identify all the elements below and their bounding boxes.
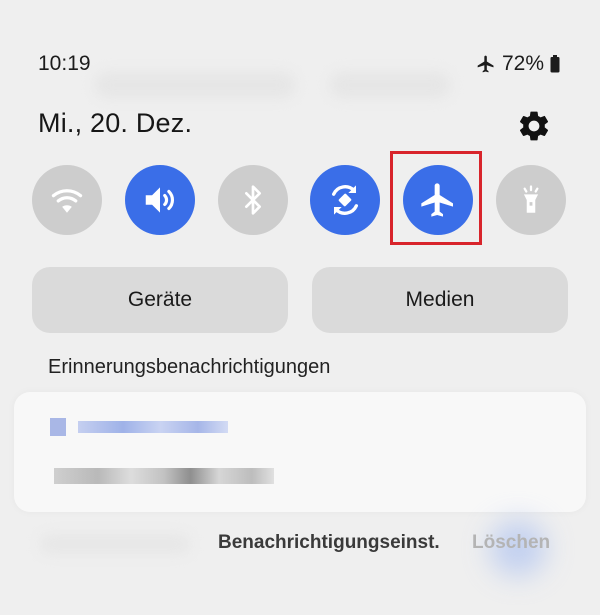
settings-gear-icon[interactable] [516,108,552,144]
bluetooth-tile[interactable] [218,165,288,235]
auto-rotate-icon [332,185,358,215]
wifi-tile[interactable] [32,165,102,235]
blurred-footer-strip [40,534,190,554]
media-button[interactable]: Medien [312,267,568,333]
airplane-mode-highlight-box [390,151,482,245]
sound-tile[interactable] [125,165,195,235]
battery-icon [550,55,560,73]
bluetooth-icon [245,185,261,215]
pixelated-app-name [78,421,228,433]
pixelated-notification-text [54,468,274,484]
speaker-icon [145,187,174,213]
flashlight-icon [523,185,539,213]
airplane-status-icon [477,55,494,73]
notification-settings-link[interactable]: Benachrichtigungseinst. [218,532,440,554]
clear-notifications-button[interactable]: Löschen [472,532,550,554]
battery-percentage: 72% [501,52,544,75]
blurred-background-strip [95,72,295,98]
flashlight-tile[interactable] [496,165,566,235]
status-time: 10:19 [38,52,91,75]
notification-card[interactable] [14,392,586,512]
pixelated-app-icon [50,418,66,436]
wifi-icon [51,189,83,213]
status-indicators: 72% [476,52,560,76]
reminders-section-title: Erinnerungsbenachrichtigungen [48,356,331,378]
devices-button[interactable]: Geräte [32,267,288,333]
date-label: Mi., 20. Dez. [38,108,193,138]
blurred-background-strip [330,72,450,98]
auto-rotate-tile[interactable] [310,165,380,235]
